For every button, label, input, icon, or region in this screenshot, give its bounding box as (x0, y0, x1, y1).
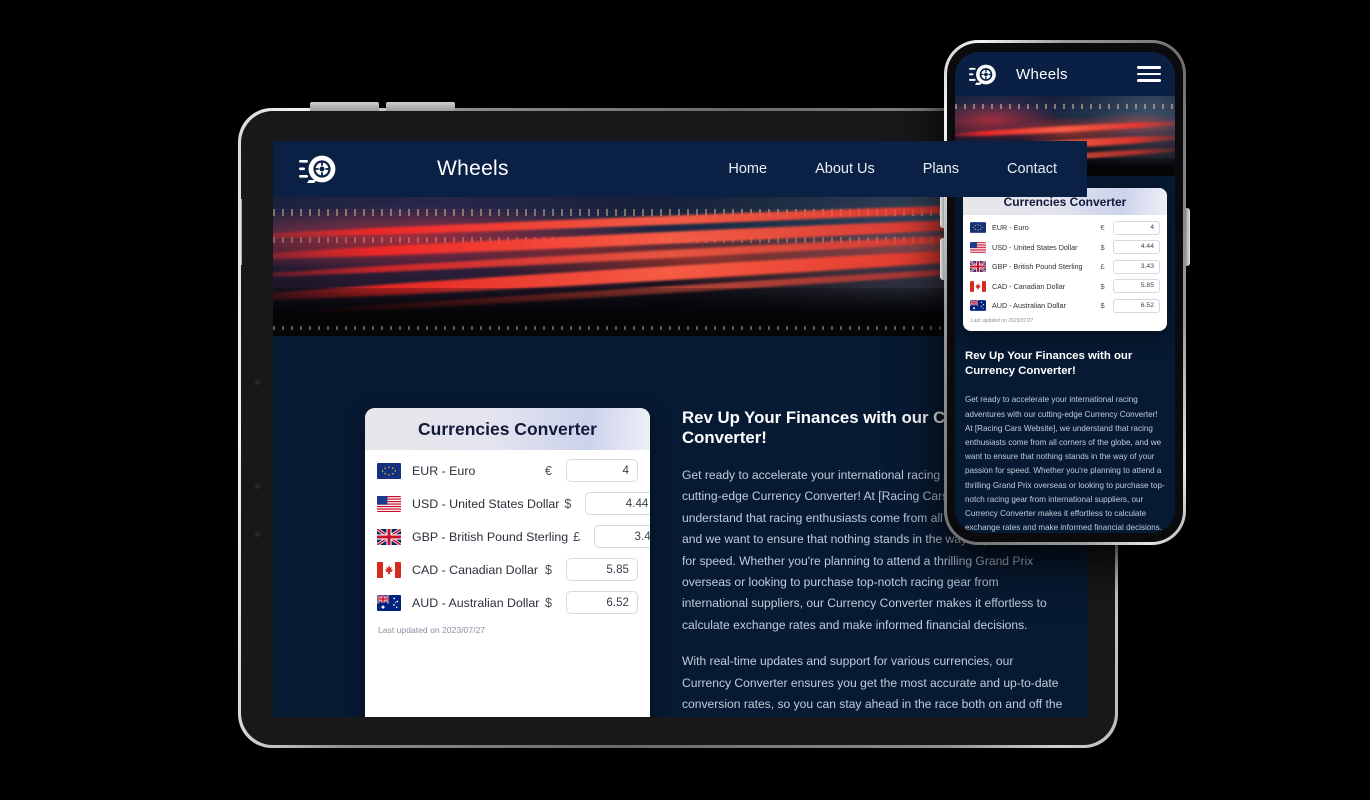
nav-item-home[interactable]: Home (728, 161, 767, 177)
city-lights (955, 104, 1175, 109)
phone-power-button[interactable] (1186, 208, 1190, 266)
mobile-page-content: Currencies Converter EUR - Euro € 4 USD … (955, 176, 1175, 533)
phone-volume-down-button[interactable] (940, 238, 944, 280)
currency-name: CAD - Canadian Dollar (992, 281, 1066, 291)
mobile-last-updated-label: Last updated on 2023/07/27 (971, 317, 1034, 324)
currency-name: EUR - Euro (412, 463, 476, 478)
mobile-article-column: Rev Up Your Finances with our Currency C… (963, 349, 1167, 534)
currency-row-aud: AUD - Australian Dollar $ 6.52 (970, 296, 1160, 316)
flag-us-icon (377, 495, 401, 512)
currency-name: AUD - Australian Dollar (992, 301, 1066, 311)
article-paragraph-2: With real-time updates and support for v… (682, 654, 1063, 711)
currency-symbol: $ (1100, 281, 1105, 291)
currency-symbol: £ (573, 529, 581, 544)
currency-row-usd: USD - United States Dollar $ 4.44 (377, 489, 650, 518)
tablet-sensor-dot (254, 436, 259, 441)
flag-eu-icon (377, 462, 401, 479)
currency-row-cad: CAD - Canadian Dollar $ 5.85 (970, 277, 1160, 297)
wheel-motion-icon (969, 64, 996, 85)
mobile-currency-amount-input-gbp[interactable]: 3.43 (1113, 259, 1160, 274)
currency-name: USD - United States Dollar (412, 496, 560, 511)
primary-nav: Home About Us Plans Contact (728, 161, 1061, 177)
currency-name: USD - United States Dollar (992, 242, 1078, 252)
screenshot-canvas: Wheels Home About Us Plans Contact Curre… (0, 0, 1370, 800)
tablet-camera-lens (254, 483, 261, 490)
mobile-article-heading: Rev Up Your Finances with our Currency C… (965, 349, 1133, 377)
tablet-sensor-dot (254, 531, 261, 538)
flag-ca-icon (377, 561, 401, 578)
flag-au-icon (970, 300, 986, 312)
currency-name: EUR - Euro (992, 223, 1029, 233)
converter-rows: EUR - Euro € 4 USD - United States Dolla… (365, 450, 650, 648)
hamburger-bar (1137, 72, 1161, 76)
flag-us-icon (970, 241, 986, 253)
flag-gb-icon (970, 261, 986, 273)
currency-row-gbp: GBP - British Pound Sterling £ 3.43 (377, 522, 650, 551)
currency-symbol: € (1100, 223, 1105, 233)
currency-row-eur: EUR - Euro € 4 (970, 218, 1160, 238)
currency-amount-input-eur[interactable]: 4 (566, 459, 638, 482)
currency-row-gbp: GBP - British Pound Sterling £ 3.43 (970, 257, 1160, 277)
tablet-sensor-dot (254, 379, 261, 386)
flag-gb-icon (377, 528, 401, 545)
mobile-currency-amount-input-aud[interactable]: 6.52 (1113, 298, 1160, 313)
currency-row-usd: USD - United States Dollar $ 4.44 (970, 238, 1160, 258)
last-updated-label: Last updated on 2023/07/27 (378, 625, 486, 635)
mobile-currency-converter-card: Currencies Converter EUR - Euro € 4 USD … (963, 188, 1167, 331)
currency-symbol: $ (1100, 301, 1105, 311)
currency-amount-input-cad[interactable]: 5.85 (566, 558, 638, 581)
mobile-currency-amount-input-eur[interactable]: 4 (1113, 220, 1160, 235)
mobile-currency-amount-input-usd[interactable]: 4.44 (1113, 240, 1160, 255)
currency-row-eur: EUR - Euro € 4 (377, 456, 638, 485)
tablet-top-button-1[interactable] (310, 102, 379, 111)
currency-symbol: $ (1100, 242, 1105, 252)
currency-row-cad: CAD - Canadian Dollar $ 5.85 (377, 555, 638, 584)
currency-symbol: € (545, 463, 552, 478)
nav-item-plans[interactable]: Plans (923, 161, 959, 177)
flag-au-icon (377, 594, 401, 611)
flag-eu-icon (970, 222, 986, 234)
brand-logo[interactable]: Wheels (299, 154, 509, 184)
mobile-brand-logo[interactable]: Wheels (969, 63, 1068, 86)
site-navbar: Wheels Home About Us Plans Contact (273, 141, 1087, 197)
tablet-power-button[interactable] (241, 199, 242, 265)
currency-symbol: $ (545, 595, 552, 610)
currency-name: GBP - British Pound Sterling (412, 529, 569, 544)
phone-bezel: Wheels Currencies Converter EUR - Euro €… (947, 43, 1183, 542)
mobile-converter-rows: EUR - Euro € 4 USD - United States Dolla… (963, 215, 1167, 331)
flag-ca-icon (970, 280, 986, 292)
currency-symbol: £ (1100, 262, 1105, 272)
tablet-top-button-2[interactable] (386, 102, 455, 111)
phone-notch (1039, 45, 1091, 51)
hamburger-menu-icon[interactable] (1137, 66, 1161, 82)
currency-amount-input-aud[interactable]: 6.52 (566, 591, 638, 614)
mobile-article-paragraph-1: Get ready to accelerate your internation… (965, 395, 1165, 533)
currency-name: CAD - Canadian Dollar (412, 562, 539, 577)
nav-item-contact[interactable]: Contact (1007, 161, 1057, 177)
hamburger-bar (1137, 79, 1161, 82)
brand-name: Wheels (437, 157, 509, 180)
currency-row-aud: AUD - Australian Dollar $ 6.52 (377, 588, 638, 617)
phone-screen: Wheels Currencies Converter EUR - Euro €… (955, 52, 1175, 533)
currency-amount-input-usd[interactable]: 4.44 (585, 492, 650, 515)
currency-name: GBP - British Pound Sterling (992, 262, 1083, 272)
tablet-top-buttons (310, 102, 455, 111)
converter-title: Currencies Converter (365, 408, 650, 450)
mobile-brand-name: Wheels (1016, 65, 1068, 83)
currency-amount-input-gbp[interactable]: 3.43 (594, 525, 650, 548)
currency-converter-card: Currencies Converter EUR - Euro € 4 USD … (365, 408, 650, 717)
nav-item-about-us[interactable]: About Us (815, 161, 875, 177)
mobile-currency-amount-input-cad[interactable]: 5.85 (1113, 279, 1160, 294)
currency-symbol: $ (564, 496, 572, 511)
currency-name: AUD - Australian Dollar (412, 595, 540, 610)
phone-device-mockup: Wheels Currencies Converter EUR - Euro €… (940, 40, 1190, 545)
mobile-navbar: Wheels (955, 52, 1175, 96)
currency-symbol: $ (545, 562, 552, 577)
hamburger-bar (1137, 66, 1161, 69)
wheel-motion-icon (299, 155, 336, 183)
